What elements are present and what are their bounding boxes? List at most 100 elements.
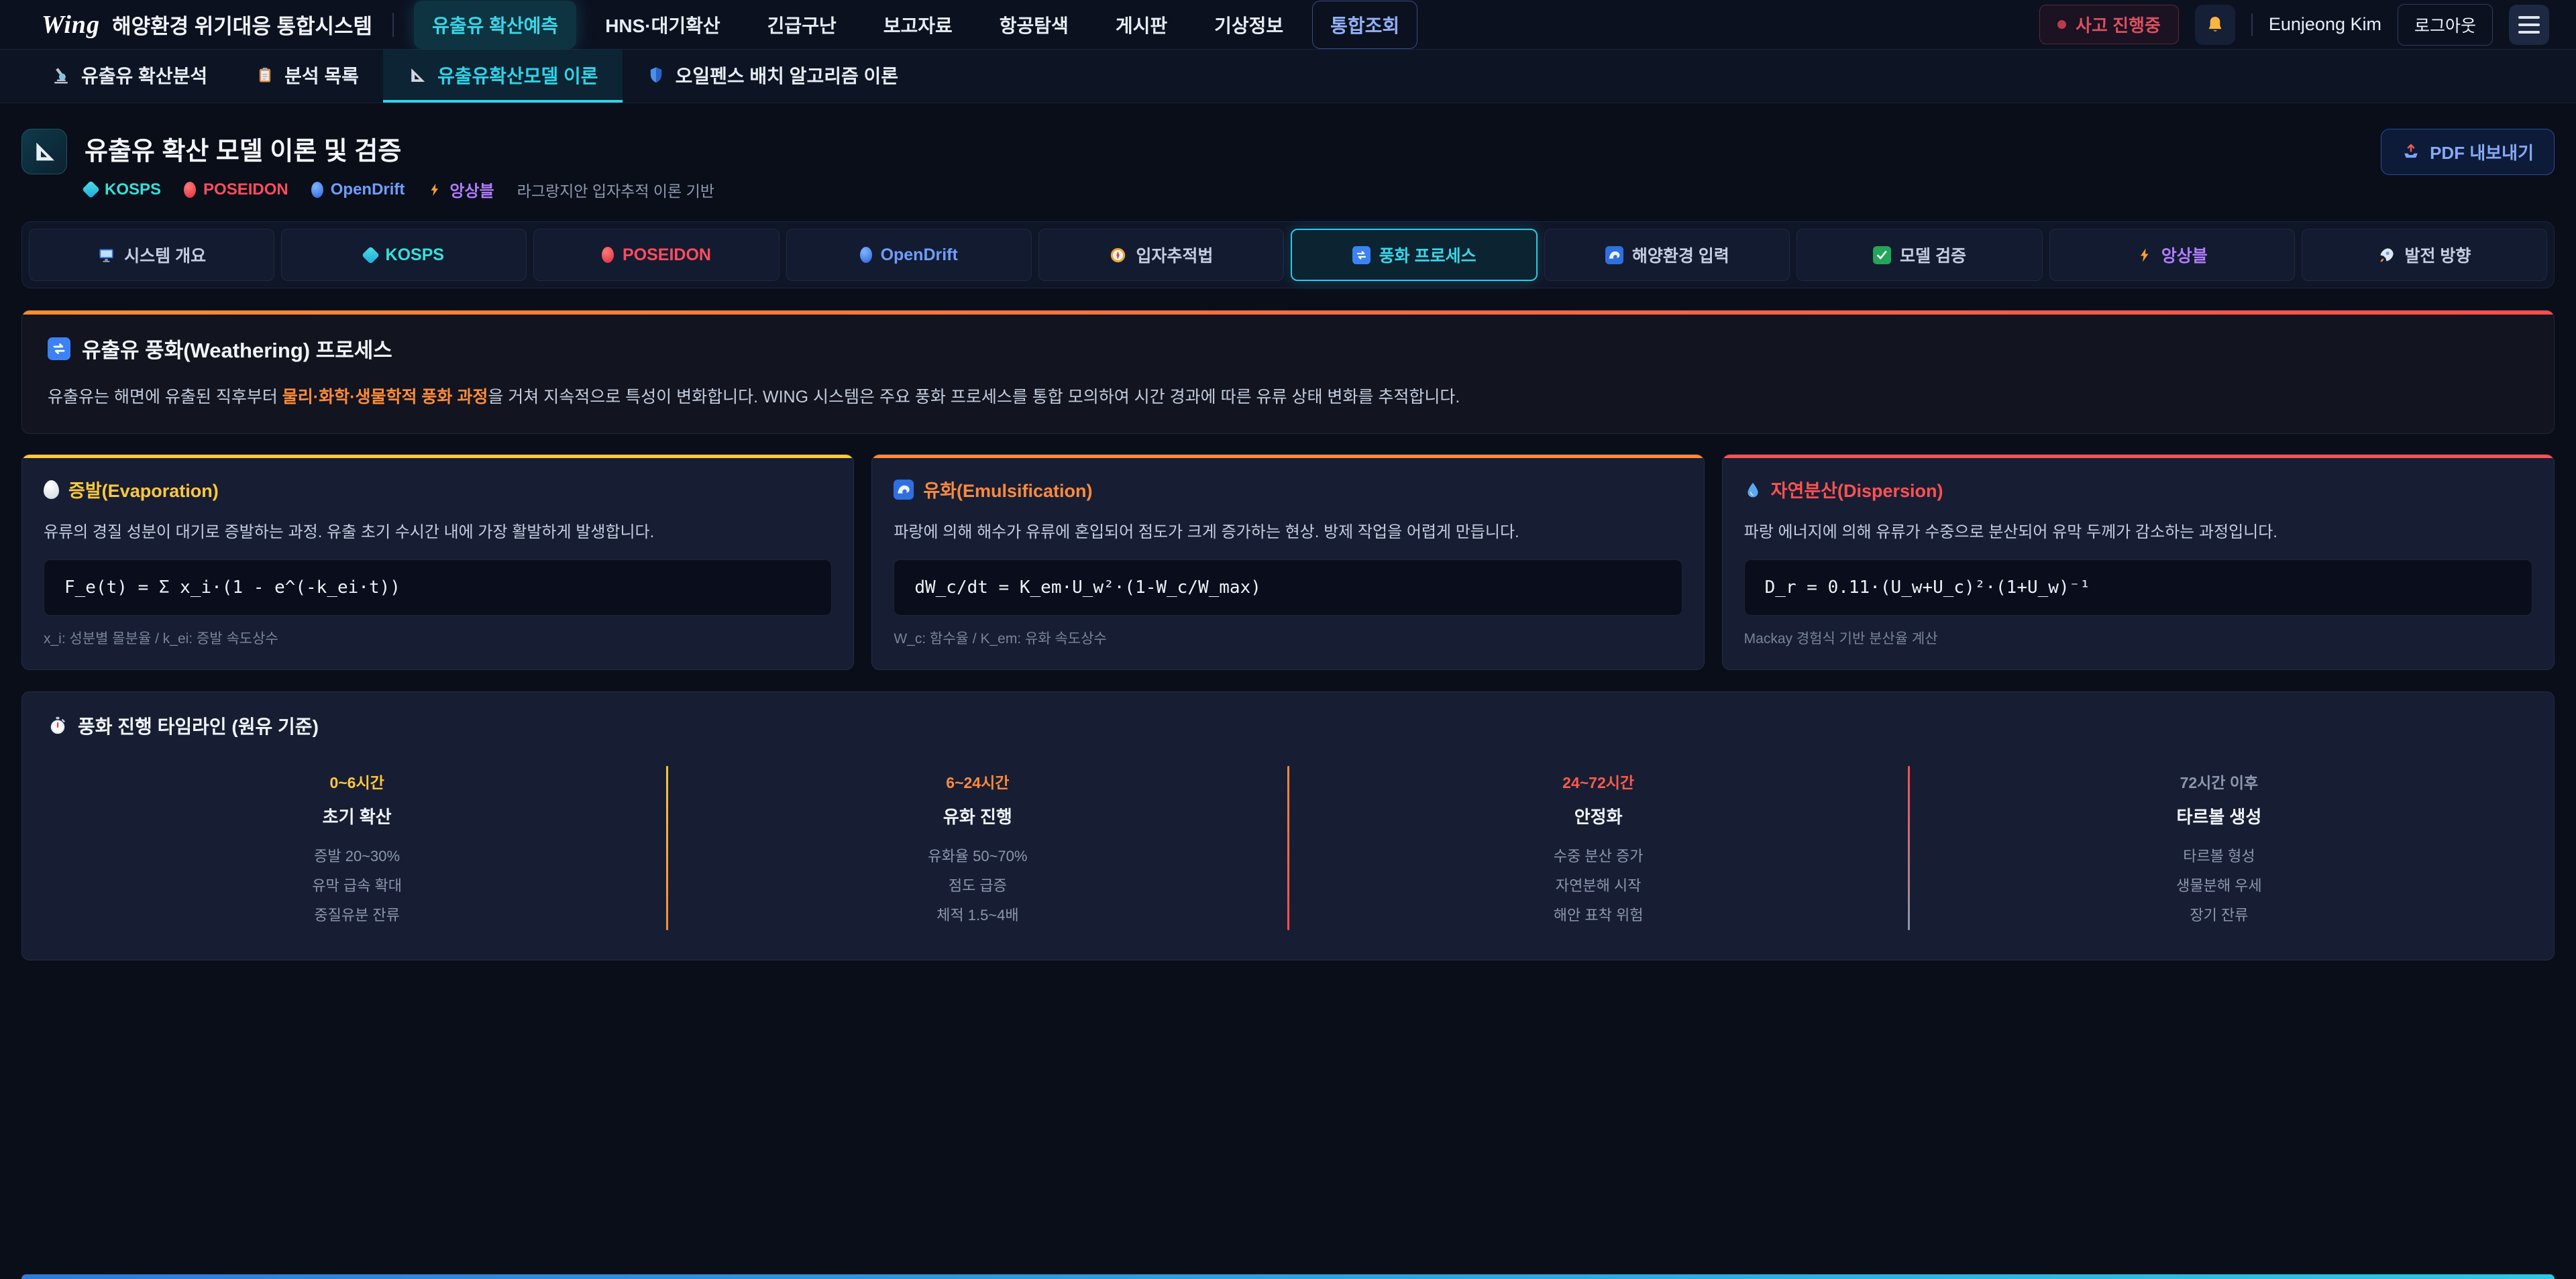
section-tab-particle-tracking[interactable]: 입자추적법 — [1038, 229, 1284, 281]
section-tab-poseidon[interactable]: POSEIDON — [533, 229, 779, 281]
nav-item-reports[interactable]: 보고자료 — [865, 1, 971, 49]
divider — [2251, 13, 2253, 36]
badge-kosps: KOSPS — [85, 180, 161, 199]
section-tab-label: KOSPS — [386, 245, 445, 265]
brand[interactable]: Wing 해양환경 위기대응 통합시스템 — [42, 9, 372, 40]
notifications-button[interactable] — [2195, 5, 2235, 45]
section-tab-ocean-input[interactable]: 해양환경 입력 — [1544, 229, 1790, 281]
stage-item: 타르볼 형성 — [1910, 842, 2528, 871]
lightning-icon — [2137, 246, 2153, 264]
check-icon — [1873, 246, 1891, 264]
weathering-description: 유출유는 해면에 유출된 직후부터 물리·화학·생물학적 풍화 과정을 거쳐 지… — [48, 384, 2528, 408]
logout-button[interactable]: 로그아웃 — [2398, 4, 2493, 46]
subtab-label: 유출유 확산분석 — [81, 62, 207, 89]
stage-name: 안정화 — [1289, 803, 1908, 828]
dispersion-formula: D_r = 0.11·(U_w+U_c)²·(1+U_w)⁻¹ — [1744, 559, 2532, 616]
nav-item-weather-info[interactable]: 기상정보 — [1196, 1, 1301, 49]
card-description: 유류의 경질 성분이 대기로 증발하는 과정. 유출 초기 수시간 내에 가장 … — [44, 518, 832, 542]
stage-item: 생물분해 우세 — [1910, 871, 2528, 901]
stage-item: 유화율 50~70% — [668, 842, 1287, 871]
process-cards-row: 증발(Evaporation) 유류의 경질 성분이 대기로 증발하는 과정. … — [21, 454, 2555, 670]
page-header: 유출유 확산 모델 이론 및 검증 KOSPS POSEIDON OpenDri… — [21, 129, 2555, 201]
stage-time: 0~6시간 — [48, 770, 666, 793]
divider — [392, 13, 394, 37]
dispersion-card-title: 자연분산(Dispersion) — [1744, 476, 2532, 502]
hamburger-menu-button[interactable] — [2509, 5, 2549, 45]
page-subtitle: 라그랑지안 입자추적 이론 기반 — [517, 178, 714, 201]
subtab-oilfence-theory[interactable]: 오일펜스 배치 알고리즘 이론 — [623, 50, 922, 103]
compass-icon — [1109, 246, 1127, 264]
nav-item-board[interactable]: 게시판 — [1097, 1, 1185, 49]
lightning-icon — [427, 181, 442, 199]
nav-item-oil-spill-prediction[interactable]: 유출유 확산예측 — [414, 1, 576, 49]
diamond-icon — [82, 180, 100, 199]
card-description: 파랑 에너지에 의해 유류가 수중으로 분산되어 유막 두께가 감소하는 과정입… — [1744, 518, 2532, 542]
card-description: 파랑에 의해 해수가 유류에 혼입되어 점도가 크게 증가하는 현상. 방제 작… — [894, 518, 1682, 542]
stage-item: 점도 급증 — [668, 871, 1287, 901]
section-tab-system-overview[interactable]: 시스템 개요 — [29, 229, 274, 281]
stage-item: 체적 1.5~4배 — [668, 901, 1287, 930]
stage-item: 수중 분산 증가 — [1289, 842, 1908, 871]
section-tab-label: 입자추적법 — [1136, 243, 1213, 267]
pdf-export-label: PDF 내보내기 — [2430, 140, 2534, 164]
egg-icon — [44, 480, 59, 499]
formula-note: Mackay 경험식 기반 분산율 계산 — [1744, 628, 2532, 648]
nav-item-integrated-search[interactable]: 통합조회 — [1312, 1, 1417, 49]
evaporation-card-title: 증발(Evaporation) — [44, 476, 832, 502]
section-tab-weathering[interactable]: 풍화 프로세스 — [1291, 229, 1538, 281]
gradient-top-border — [22, 311, 2554, 315]
section-tab-roadmap[interactable]: 발전 방향 — [2302, 229, 2547, 281]
export-icon — [2402, 143, 2420, 162]
bell-icon — [2204, 14, 2226, 36]
card-title-text: 유화(Emulsification) — [923, 476, 1092, 502]
desc-before: 유출유는 해면에 유출된 직후부터 — [48, 388, 282, 406]
subtab-model-theory[interactable]: 유출유확산모델 이론 — [383, 50, 623, 103]
model-badges: KOSPS POSEIDON OpenDrift 앙상블 — [85, 178, 714, 201]
triangle-ruler-icon — [407, 65, 427, 85]
section-tab-kosps[interactable]: KOSPS — [281, 229, 527, 281]
weathering-timeline-card: 풍화 진행 타임라인 (원유 기준) 0~6시간 초기 확산 증발 20~30%… — [21, 691, 2555, 960]
nav-item-emergency-rescue[interactable]: 긴급구난 — [749, 1, 855, 49]
page-title: 유출유 확산 모델 이론 및 검증 — [85, 130, 714, 167]
timeline-title: 풍화 진행 타임라인 (원유 기준) — [48, 712, 2528, 739]
subtab-spill-analysis[interactable]: 유출유 확산분석 — [27, 50, 231, 103]
section-tab-label: 풍화 프로세스 — [1379, 243, 1477, 267]
weathering-overview-card: 유출유 풍화(Weathering) 프로세스 유출유는 해면에 유출된 직후부… — [21, 310, 2555, 434]
topnav-right: 사고 진행중 Eunjeong Kim 로그아웃 — [2039, 4, 2549, 46]
pdf-export-button[interactable]: PDF 내보내기 — [2381, 129, 2555, 175]
red-ellipse-icon — [602, 247, 614, 263]
refresh-icon — [1352, 246, 1371, 264]
stage-item: 유막 급속 확대 — [48, 871, 666, 901]
section-tab-validation[interactable]: 모델 검증 — [1796, 229, 2042, 281]
stage-item: 자연분해 시작 — [1289, 871, 1908, 901]
top-navbar: Wing 해양환경 위기대응 통합시스템 유출유 확산예측 HNS·대기확산 긴… — [0, 0, 2576, 50]
badge-label: KOSPS — [105, 180, 161, 199]
section-tab-opendrift[interactable]: OpenDrift — [786, 229, 1032, 281]
subtab-analysis-list[interactable]: 분석 목록 — [231, 50, 383, 103]
card-accent-strip — [1723, 455, 2554, 458]
badge-opendrift: OpenDrift — [311, 180, 405, 199]
timeline-stage-2: 6~24시간 유화 진행 유화율 50~70% 점도 급증 체적 1.5~4배 — [668, 766, 1287, 930]
shield-icon — [647, 66, 665, 85]
section-tab-label: 발전 방향 — [2404, 243, 2471, 267]
nav-item-aerial-search[interactable]: 항공탐색 — [981, 1, 1087, 49]
timeline-stage-3: 24~72시간 안정화 수중 분산 증가 자연분해 시작 해안 표착 위험 — [1289, 766, 1908, 930]
nav-item-hns-dispersion[interactable]: HNS·대기확산 — [587, 1, 738, 49]
droplet-icon — [1744, 480, 1762, 500]
section-tab-ensemble[interactable]: 앙상블 — [2049, 229, 2295, 281]
stage-time: 6~24시간 — [668, 770, 1287, 793]
incident-status-label: 사고 진행중 — [2076, 12, 2161, 37]
top-menu: 유출유 확산예측 HNS·대기확산 긴급구난 보고자료 항공탐색 게시판 기상정… — [414, 1, 1417, 49]
page-content: 유출유 확산 모델 이론 및 검증 KOSPS POSEIDON OpenDri… — [0, 103, 2576, 960]
stopwatch-icon — [48, 716, 68, 736]
rocket-icon — [2377, 246, 2396, 264]
stage-time: 24~72시간 — [1289, 770, 1908, 793]
incident-status-badge[interactable]: 사고 진행중 — [2039, 5, 2179, 44]
page-header-text: 유출유 확산 모델 이론 및 검증 KOSPS POSEIDON OpenDri… — [85, 129, 714, 201]
evaporation-card: 증발(Evaporation) 유류의 경질 성분이 대기로 증발하는 과정. … — [21, 454, 854, 670]
subtab-label: 유출유확산모델 이론 — [437, 62, 598, 89]
card-title-text: 증발(Evaporation) — [68, 476, 219, 502]
desc-after: 을 거쳐 지속적으로 특성이 변화합니다. WING 시스템은 주요 풍화 프로… — [488, 388, 1460, 406]
badge-label: 앙상블 — [449, 178, 494, 201]
section-tab-label: 앙상블 — [2161, 243, 2208, 267]
